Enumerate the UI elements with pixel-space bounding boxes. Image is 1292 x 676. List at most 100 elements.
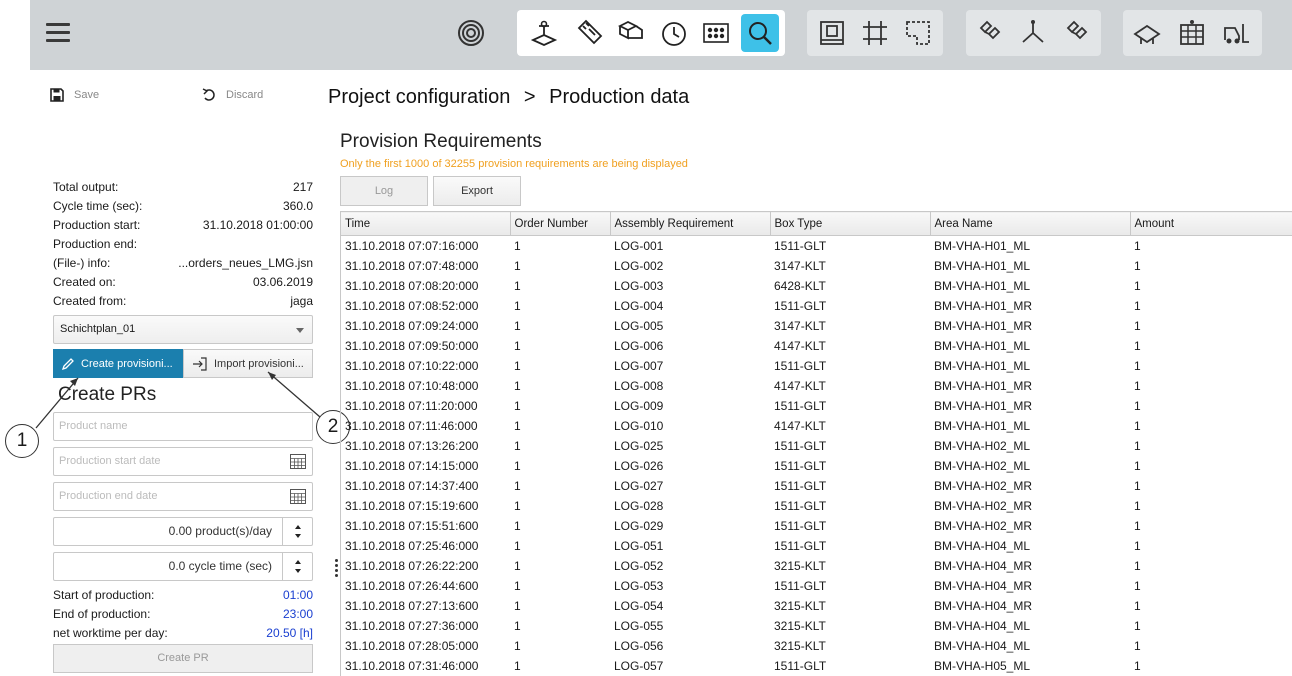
time-row: Start of production: 01:00 — [53, 586, 313, 605]
stepper-arrows[interactable] — [282, 518, 312, 545]
table-cell: 3147-KLT — [774, 318, 826, 333]
table-cell: 31.10.2018 07:09:24:000 — [345, 318, 479, 333]
truck-tilt-icon[interactable] — [1128, 14, 1166, 52]
table-row[interactable]: 31.10.2018 07:14:37:400 1 LOG-027 1511-GLT B… — [341, 476, 1292, 496]
link-a-icon[interactable] — [971, 14, 1009, 52]
callout-lines — [35, 371, 321, 429]
table-cell: 1 — [514, 478, 521, 493]
table-row[interactable]: 31.10.2018 07:11:20:000 1 LOG-009 1511-GLT B… — [341, 396, 1292, 416]
table-cell: BM-VHA-H04_MR — [934, 578, 1033, 593]
table-row[interactable]: 31.10.2018 07:10:48:000 1 LOG-008 4147-KLT B… — [341, 376, 1292, 396]
table-row[interactable]: 31.10.2018 07:26:44:600 1 LOG-053 1511-GLT B… — [341, 576, 1292, 596]
table-row[interactable]: 31.10.2018 07:10:22:000 1 LOG-007 1511-GLT B… — [341, 356, 1292, 376]
shelf-icon[interactable] — [1173, 14, 1211, 52]
table-row[interactable]: 31.10.2018 07:09:24:000 1 LOG-005 3147-KLT B… — [341, 316, 1292, 336]
table-cell: LOG-026 — [614, 458, 664, 473]
arrow-down-icon[interactable] — [294, 534, 301, 538]
time-value: 20.50 [h] — [266, 626, 313, 640]
boxes-icon[interactable] — [612, 14, 650, 52]
table-cell: 4147-KLT — [774, 378, 826, 393]
table-cell: 1 — [514, 598, 521, 613]
layout-a-icon[interactable] — [813, 14, 851, 52]
table-cell: 31.10.2018 07:31:46:000 — [345, 658, 479, 673]
splitter-handle[interactable] — [335, 559, 338, 579]
production-end-date-field[interactable]: Production end date — [53, 482, 313, 511]
table-row[interactable]: 31.10.2018 07:15:51:600 1 LOG-029 1511-GLT B… — [341, 516, 1292, 536]
forklift-icon[interactable] — [1217, 14, 1255, 52]
calendar-icon[interactable] — [290, 489, 306, 504]
table-cell: 1511-GLT — [774, 478, 827, 493]
table-row[interactable]: 31.10.2018 07:07:16:000 1 LOG-001 1511-GLT B… — [341, 236, 1292, 256]
table-cell: 1 — [1134, 358, 1141, 373]
table-row[interactable]: 31.10.2018 07:08:20:000 1 LOG-003 6428-KLT B… — [341, 276, 1292, 296]
table-row[interactable]: 31.10.2018 07:08:52:000 1 LOG-004 1511-GLT B… — [341, 296, 1292, 316]
table-row[interactable]: 31.10.2018 07:25:46:000 1 LOG-051 1511-GLT B… — [341, 536, 1292, 556]
search-gear-icon[interactable] — [741, 14, 779, 52]
products-per-day-stepper[interactable]: 0.00 product(s)/day — [53, 517, 313, 546]
table-row[interactable]: 31.10.2018 07:27:13:600 1 LOG-054 3215-KLT B… — [341, 596, 1292, 616]
table-cell: 3215-KLT — [774, 598, 826, 613]
table-cell: BM-VHA-H02_ML — [934, 458, 1031, 473]
table-row[interactable]: 31.10.2018 07:28:05:000 1 LOG-056 3215-KLT B… — [341, 636, 1292, 656]
table-row[interactable]: 31.10.2018 07:27:36:000 1 LOG-055 3215-KLT B… — [341, 616, 1292, 636]
breadcrumb-parent[interactable]: Project configuration — [328, 86, 510, 108]
table-row[interactable]: 31.10.2018 07:15:19:600 1 LOG-028 1511-GLT B… — [341, 496, 1292, 516]
grid-dots-icon[interactable] — [697, 14, 735, 52]
grid-icon[interactable] — [856, 14, 894, 52]
table-cell: LOG-009 — [614, 398, 664, 413]
ruler-icon[interactable] — [570, 14, 608, 52]
table-cell: 1 — [1134, 438, 1141, 453]
table-cell: BM-VHA-H01_MR — [934, 318, 1033, 333]
table-cell: 1 — [514, 338, 521, 353]
table-cell: 1 — [1134, 418, 1141, 433]
table-cell: LOG-008 — [614, 378, 664, 393]
column-header[interactable]: Amount — [1130, 211, 1292, 236]
table-cell: 1 — [1134, 518, 1141, 533]
warning-text: Only the first 1000 of 32255 provision r… — [340, 158, 688, 170]
table-cell: 6428-KLT — [774, 278, 826, 293]
provision-table: Time Order Number Assembly Requirement Box … — [340, 211, 1292, 676]
column-header[interactable]: Time — [341, 211, 511, 236]
table-cell: BM-VHA-H04_MR — [934, 558, 1033, 573]
target-icon[interactable] — [452, 14, 490, 52]
breadcrumb-separator: > — [523, 86, 536, 108]
table-cell: 1 — [514, 318, 521, 333]
table-row[interactable]: 31.10.2018 07:14:15:000 1 LOG-026 1511-GLT B… — [341, 456, 1292, 476]
column-header[interactable]: Assembly Requirement — [610, 211, 771, 236]
table-row[interactable]: 31.10.2018 07:26:22:200 1 LOG-052 3215-KLT B… — [341, 556, 1292, 576]
table-cell: BM-VHA-H01_ML — [934, 338, 1031, 353]
table-cell: 31.10.2018 07:28:05:000 — [345, 638, 479, 653]
table-cell: 1 — [1134, 278, 1141, 293]
arrow-up-icon[interactable] — [294, 560, 301, 564]
export-button[interactable]: Export — [433, 176, 521, 206]
table-row[interactable]: 31.10.2018 07:09:50:000 1 LOG-006 4147-KLT B… — [341, 336, 1292, 356]
table-row[interactable]: 31.10.2018 07:07:48:000 1 LOG-002 3147-KLT B… — [341, 256, 1292, 276]
clock-icon[interactable] — [655, 14, 693, 52]
box-scale-icon[interactable] — [525, 14, 563, 52]
column-header[interactable]: Box Type — [770, 211, 931, 236]
table-cell: 1 — [514, 518, 521, 533]
table-row[interactable]: 31.10.2018 07:11:46:000 1 LOG-010 4147-KLT B… — [341, 416, 1292, 436]
link-b-icon[interactable] — [1058, 14, 1096, 52]
cycle-time-stepper[interactable]: 0.0 cycle time (sec) — [53, 552, 313, 581]
branch-icon[interactable] — [1014, 14, 1052, 52]
layout-b-icon[interactable] — [899, 14, 937, 52]
table-cell: 31.10.2018 07:10:48:000 — [345, 378, 479, 393]
column-header[interactable]: Order Number — [510, 211, 611, 236]
table-cell: BM-VHA-H04_ML — [934, 538, 1031, 553]
table-cell: BM-VHA-H01_MR — [934, 378, 1033, 393]
table-cell: 1511-GLT — [774, 298, 827, 313]
table-row[interactable]: 31.10.2018 07:31:46:000 1 LOG-057 1511-GLT B… — [341, 656, 1292, 676]
table-row[interactable]: 31.10.2018 07:13:26:200 1 LOG-025 1511-GLT B… — [341, 436, 1292, 456]
log-button[interactable]: Log — [340, 176, 428, 206]
table-cell: 3215-KLT — [774, 618, 826, 633]
arrow-up-icon[interactable] — [294, 525, 301, 529]
arrow-down-icon[interactable] — [294, 569, 301, 573]
table-cell: BM-VHA-H02_MR — [934, 478, 1033, 493]
column-header[interactable]: Area Name — [930, 211, 1131, 236]
time-label: End of production: — [53, 607, 151, 621]
create-pr-button[interactable]: Create PR — [53, 644, 313, 673]
table-cell: 31.10.2018 07:27:36:000 — [345, 618, 479, 633]
table-cell: 1 — [514, 458, 521, 473]
stepper-arrows[interactable] — [282, 553, 312, 580]
